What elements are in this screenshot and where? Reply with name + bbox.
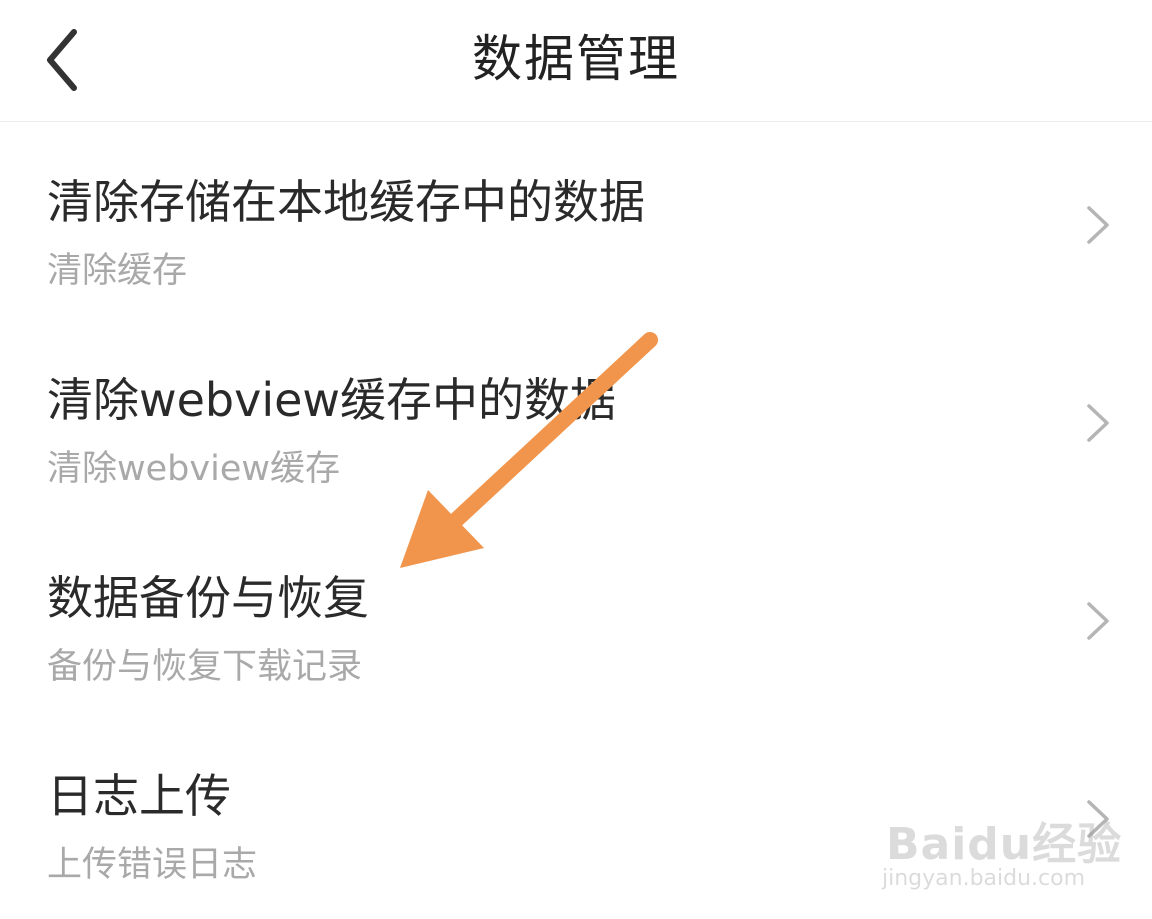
top-app-bar: 数据管理	[0, 0, 1152, 122]
list-item-backup-restore[interactable]: 数据备份与恢复 备份与恢复下载记录	[0, 518, 1152, 716]
chevron-right-icon	[1087, 404, 1109, 442]
item-title: 数据备份与恢复	[47, 571, 369, 625]
list-item-clear-local-cache[interactable]: 清除存储在本地缓存中的数据 清除缓存	[0, 122, 1152, 320]
list-item-clear-webview-cache[interactable]: 清除webview缓存中的数据 清除webview缓存	[0, 320, 1152, 518]
item-title: 清除webview缓存中的数据	[47, 373, 617, 427]
watermark-url: jingyan.baidu.com	[882, 866, 1086, 891]
chevron-right-icon	[1087, 602, 1109, 640]
chevron-right-icon	[1087, 206, 1109, 244]
page-title: 数据管理	[472, 30, 680, 88]
item-subtitle: 清除缓存	[47, 251, 188, 291]
item-title: 清除存储在本地缓存中的数据	[47, 175, 645, 229]
item-subtitle: 清除webview缓存	[47, 449, 340, 489]
item-subtitle: 备份与恢复下载记录	[47, 647, 363, 687]
watermark: Baidu经验 jingyan.baidu.com	[880, 790, 1123, 900]
item-subtitle: 上传错误日志	[47, 845, 258, 885]
watermark-logo: Baidu经验	[886, 819, 1123, 870]
item-title: 日志上传	[47, 769, 231, 823]
